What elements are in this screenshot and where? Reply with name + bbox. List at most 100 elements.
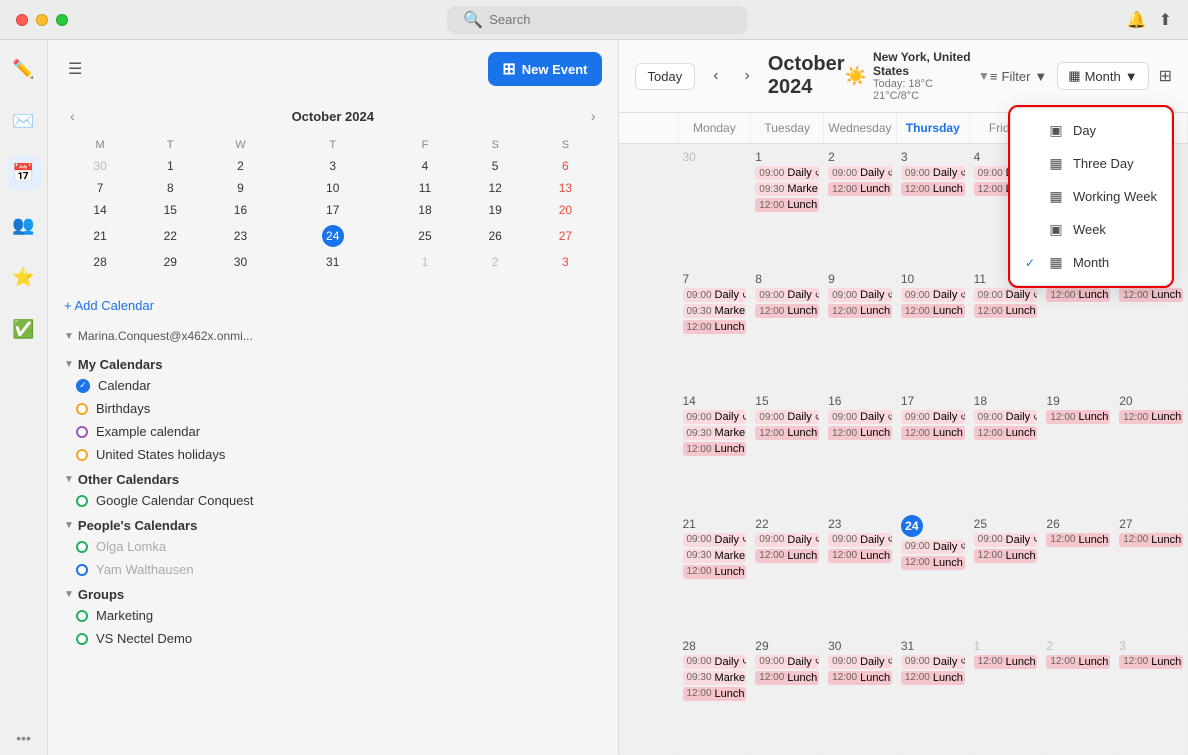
dropdown-item-month[interactable]: ✓ ▦ Month — [1011, 246, 1171, 279]
calendar-event-lunch[interactable]: 12:00 Lunch ↺ — [828, 549, 892, 563]
calendar-event-lunch[interactable]: 12:00 Lunch ↺ — [683, 687, 747, 701]
calendar-event-marke[interactable]: 09:30 Marke ↺ — [683, 304, 747, 318]
dropdown-item-week[interactable]: ▣ Week — [1011, 213, 1171, 246]
prev-month-button[interactable]: ‹ — [705, 63, 726, 89]
fullscreen-button[interactable] — [56, 14, 68, 26]
calendar-event-daily[interactable]: 09:00 Daily ↺ — [974, 288, 1038, 302]
calendar-day-cell-23[interactable]: 2309:00 Daily ↺12:00 Lunch ↺ — [824, 511, 897, 632]
calendar-event-lunch[interactable]: 12:00 Lunch ↺ — [1046, 288, 1110, 302]
mini-cal-day-31[interactable]: 31 — [277, 252, 389, 272]
mini-cal-day-25[interactable]: 25 — [391, 222, 459, 250]
star-icon-button[interactable]: ⭐ — [7, 260, 41, 294]
calendar-day-cell-30[interactable]: 3009:00 Daily ↺12:00 Lunch ↺ — [824, 633, 897, 754]
calendar-event-lunch[interactable]: 12:00 Lunch ↺ — [1046, 655, 1110, 669]
calendar-event-daily[interactable]: 09:00 Daily ↺ — [828, 166, 892, 180]
calendar-event-daily[interactable]: 09:00 Daily ↺ — [901, 166, 965, 180]
new-event-button[interactable]: ⊞ New Event — [488, 52, 601, 86]
calendar-day-cell-8[interactable]: 809:00 Daily ↺12:00 Lunch ↺ — [751, 266, 824, 387]
mini-cal-day-3[interactable]: 3 — [531, 252, 599, 272]
calendar-item-marketing[interactable]: Marketing — [56, 604, 610, 627]
mini-cal-day-27[interactable]: 27 — [531, 222, 599, 250]
calendar-event-marke[interactable]: 09:30 Marke ↺ — [683, 549, 747, 563]
calendar-event-daily[interactable]: 09:00 Daily ↺ — [901, 410, 965, 424]
calendar-event-daily[interactable]: 09:00 Daily ↺ — [683, 410, 747, 424]
mini-cal-day-10[interactable]: 10 — [277, 178, 389, 198]
more-icon-button[interactable]: ••• — [7, 721, 41, 755]
calendar-event-daily[interactable]: 09:00 Daily ↺ — [828, 655, 892, 669]
hamburger-button[interactable]: ☰ — [64, 55, 86, 83]
calendar-event-daily[interactable]: 09:00 Daily ↺ — [901, 655, 965, 669]
mini-cal-day-29[interactable]: 29 — [136, 252, 204, 272]
mini-cal-day-22[interactable]: 22 — [136, 222, 204, 250]
calendar-event-lunch[interactable]: 12:00 Lunch ↺ — [828, 182, 892, 196]
calendar-event-lunch[interactable]: 12:00 Lunch ↺ — [828, 426, 892, 440]
calendar-event-lunch[interactable]: 12:00 Lunch ↺ — [1119, 288, 1183, 302]
mini-cal-day-12[interactable]: 12 — [461, 178, 529, 198]
mini-cal-day-28[interactable]: 28 — [66, 252, 134, 272]
calendar-event-lunch[interactable]: 12:00 Lunch ↺ — [755, 304, 819, 318]
mail-icon-button[interactable]: ✉️ — [7, 104, 41, 138]
mini-cal-day-19[interactable]: 19 — [461, 200, 529, 220]
calendar-event-lunch[interactable]: 12:00 Lunch ↺ — [755, 671, 819, 685]
calendar-event-lunch[interactable]: 12:00 Lunch ↺ — [901, 304, 965, 318]
calendar-event-lunch[interactable]: 12:00 Lunch ↺ — [755, 198, 819, 212]
calendar-event-lunch[interactable]: 12:00 Lunch ↺ — [755, 426, 819, 440]
calendar-day-cell-29[interactable]: 2909:00 Daily ↺12:00 Lunch ↺ — [751, 633, 824, 754]
calendar-event-lunch[interactable]: 12:00 Lunch ↺ — [1046, 410, 1110, 424]
calendar-event-lunch[interactable]: 12:00 Lunch ↺ — [1119, 533, 1183, 547]
mini-cal-day-5[interactable]: 5 — [461, 156, 529, 176]
calendar-day-cell-16[interactable]: 1609:00 Daily ↺12:00 Lunch ↺ — [824, 388, 897, 509]
calendar-event-marke[interactable]: 09:30 Marke ↺ — [683, 426, 747, 440]
calendar-item-birthdays[interactable]: Birthdays — [56, 397, 610, 420]
mini-cal-day-15[interactable]: 15 — [136, 200, 204, 220]
next-month-button[interactable]: › — [737, 63, 758, 89]
notification-icon[interactable]: 🔔 — [1127, 10, 1147, 30]
calendar-event-lunch[interactable]: 12:00 Lunch ↺ — [683, 565, 747, 579]
mini-cal-day-26[interactable]: 26 — [461, 222, 529, 250]
mini-cal-day-9[interactable]: 9 — [206, 178, 274, 198]
calendar-day-cell-28[interactable]: 2809:00 Daily ↺09:30 Marke ↺12:00 Lunch … — [679, 633, 752, 754]
mini-cal-day-8[interactable]: 8 — [136, 178, 204, 198]
mini-cal-day-2[interactable]: 2 — [461, 252, 529, 272]
today-button[interactable]: Today — [635, 63, 696, 90]
mini-cal-day-3[interactable]: 3 — [277, 156, 389, 176]
calendar-event-daily[interactable]: 09:00 Daily ↺ — [828, 410, 892, 424]
calendar-event-lunch[interactable]: 12:00 Lunch ↺ — [683, 320, 747, 334]
calendar-day-cell-18[interactable]: 1809:00 Daily ↺12:00 Lunch ↺ — [970, 388, 1043, 509]
calendar-day-cell-21[interactable]: 2109:00 Daily ↺09:30 Marke ↺12:00 Lunch … — [679, 511, 752, 632]
calendar-event-lunch[interactable]: 12:00 Lunch ↺ — [901, 671, 965, 685]
mini-cal-day-11[interactable]: 11 — [391, 178, 459, 198]
checklist-icon-button[interactable]: ✅ — [7, 312, 41, 346]
calendar-day-cell-2[interactable]: 209:00 Daily ↺12:00 Lunch ↺ — [824, 144, 897, 265]
calendar-day-cell-22[interactable]: 2209:00 Daily ↺12:00 Lunch ↺ — [751, 511, 824, 632]
compose-button[interactable]: ✏️ — [7, 52, 41, 86]
calendar-event-lunch[interactable]: 12:00 Lunch ↺ — [901, 182, 965, 196]
mini-cal-day-2[interactable]: 2 — [206, 156, 274, 176]
mini-cal-day-17[interactable]: 17 — [277, 200, 389, 220]
minimize-button[interactable] — [36, 14, 48, 26]
calendar-event-daily[interactable]: 09:00 Daily ↺ — [683, 288, 747, 302]
calendar-day-cell-15[interactable]: 1509:00 Daily ↺12:00 Lunch ↺ — [751, 388, 824, 509]
calendar-icon-button[interactable]: 📅 — [7, 156, 41, 190]
mini-cal-day-20[interactable]: 20 — [531, 200, 599, 220]
calendar-event-lunch[interactable]: 12:00 Lunch ↺ — [683, 442, 747, 456]
calendar-item-vs-nectel-demo[interactable]: VS Nectel Demo — [56, 627, 610, 650]
mini-cal-day-30[interactable]: 30 — [206, 252, 274, 272]
calendar-day-cell-3[interactable]: 309:00 Daily ↺12:00 Lunch ↺ — [897, 144, 970, 265]
calendar-event-lunch[interactable]: 12:00 Lunch ↺ — [1119, 655, 1183, 669]
calendar-event-lunch[interactable]: 12:00 Lunch ↺ — [828, 671, 892, 685]
mini-cal-day-23[interactable]: 23 — [206, 222, 274, 250]
calendar-day-cell-17[interactable]: 1709:00 Daily ↺12:00 Lunch ↺ — [897, 388, 970, 509]
calendar-event-lunch[interactable]: 12:00 Lunch ↺ — [974, 655, 1038, 669]
calendar-event-lunch[interactable]: 12:00 Lunch ↺ — [901, 426, 965, 440]
mini-cal-day-18[interactable]: 18 — [391, 200, 459, 220]
calendar-event-daily[interactable]: 09:00 Daily ↺ — [901, 540, 965, 554]
calendar-event-daily[interactable]: 09:00 Daily ↺ — [683, 655, 747, 669]
close-button[interactable] — [16, 14, 28, 26]
calendar-day-cell-1[interactable]: 109:00 Daily ↺09:30 Marke ↺12:00 Lunch ↺ — [751, 144, 824, 265]
calendar-event-marke[interactable]: 09:30 Marke ↺ — [683, 671, 747, 685]
calendar-day-cell-20[interactable]: 2012:00 Lunch ↺ — [1115, 388, 1188, 509]
people-icon-button[interactable]: 👥 — [7, 208, 41, 242]
mini-cal-day-21[interactable]: 21 — [66, 222, 134, 250]
calendar-item-google-calendar-conquest[interactable]: Google Calendar Conquest — [56, 489, 610, 512]
